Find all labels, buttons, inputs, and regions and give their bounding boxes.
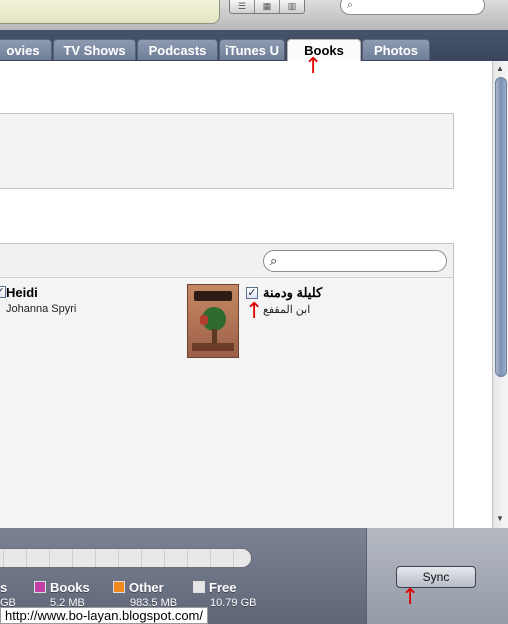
tab-photos[interactable]: Photos — [362, 39, 430, 60]
book-author-kalila: ابن المقفع — [263, 304, 311, 316]
top-toolbar: ☰ ▦ ▥ ⌕ — [0, 0, 508, 30]
legend-free-size: 10.79 GB — [210, 597, 257, 609]
legend-books: Books — [34, 579, 90, 595]
book-title-kalila: كليلة ودمنة — [263, 285, 323, 300]
annotation-arrow-sync: ↑ — [401, 585, 420, 610]
books-panel: ⌕ ✓ Heidi Johanna Spyri ✓ كليلة ودمنة اب… — [0, 243, 454, 533]
tab-movies[interactable]: ovies — [0, 39, 52, 60]
scroll-down-icon[interactable]: ▼ — [496, 514, 504, 523]
coverflow-view-icon[interactable]: ▥ — [280, 0, 304, 13]
free-swatch — [193, 581, 205, 593]
search-icon: ⌕ — [270, 253, 278, 268]
device-tabbar: ovies TV Shows Podcasts iTunes U Books P… — [0, 30, 508, 61]
grid-view-icon[interactable]: ▦ — [255, 0, 280, 13]
status-display — [0, 0, 220, 24]
book-title-heidi: Heidi — [6, 285, 38, 300]
tab-itunes-u[interactable]: iTunes U — [219, 39, 285, 60]
main-content: ⌕ ✓ Heidi Johanna Spyri ✓ كليلة ودمنة اب… — [0, 61, 492, 533]
books-swatch — [34, 581, 46, 593]
annotation-arrow-books-tab: ↑ — [304, 54, 323, 79]
annotation-arrow-checkbox: ↑ — [245, 299, 264, 324]
books-panel-header: ⌕ — [0, 244, 453, 278]
list-view-icon[interactable]: ☰ — [230, 0, 255, 13]
legend-partial: s — [0, 579, 8, 595]
kalila-checkbox[interactable]: ✓ — [246, 287, 258, 299]
capacity-bar — [0, 548, 252, 568]
vertical-scrollbar[interactable]: ▲ ▼ — [492, 61, 508, 528]
tab-tv-shows[interactable]: TV Shows — [53, 39, 136, 60]
tab-books[interactable]: Books — [287, 39, 361, 61]
scroll-thumb[interactable] — [495, 77, 507, 377]
scroll-up-icon[interactable]: ▲ — [496, 64, 504, 73]
book-author-heidi: Johanna Spyri — [6, 303, 77, 315]
book-cover-kalila[interactable] — [187, 284, 239, 358]
other-swatch — [113, 581, 125, 593]
legend-other: Other — [113, 579, 164, 595]
tab-podcasts[interactable]: Podcasts — [137, 39, 218, 60]
legend-free: Free — [193, 579, 236, 595]
view-buttons: ☰ ▦ ▥ — [229, 0, 305, 14]
sync-options-panel — [0, 113, 454, 189]
search-icon: ⌕ — [347, 0, 354, 11]
books-search-input[interactable]: ⌕ — [263, 250, 447, 272]
store-search-input[interactable]: ⌕ — [340, 0, 485, 15]
watermark-url: http://www.bo-layan.blogspot.com/ — [0, 607, 208, 624]
